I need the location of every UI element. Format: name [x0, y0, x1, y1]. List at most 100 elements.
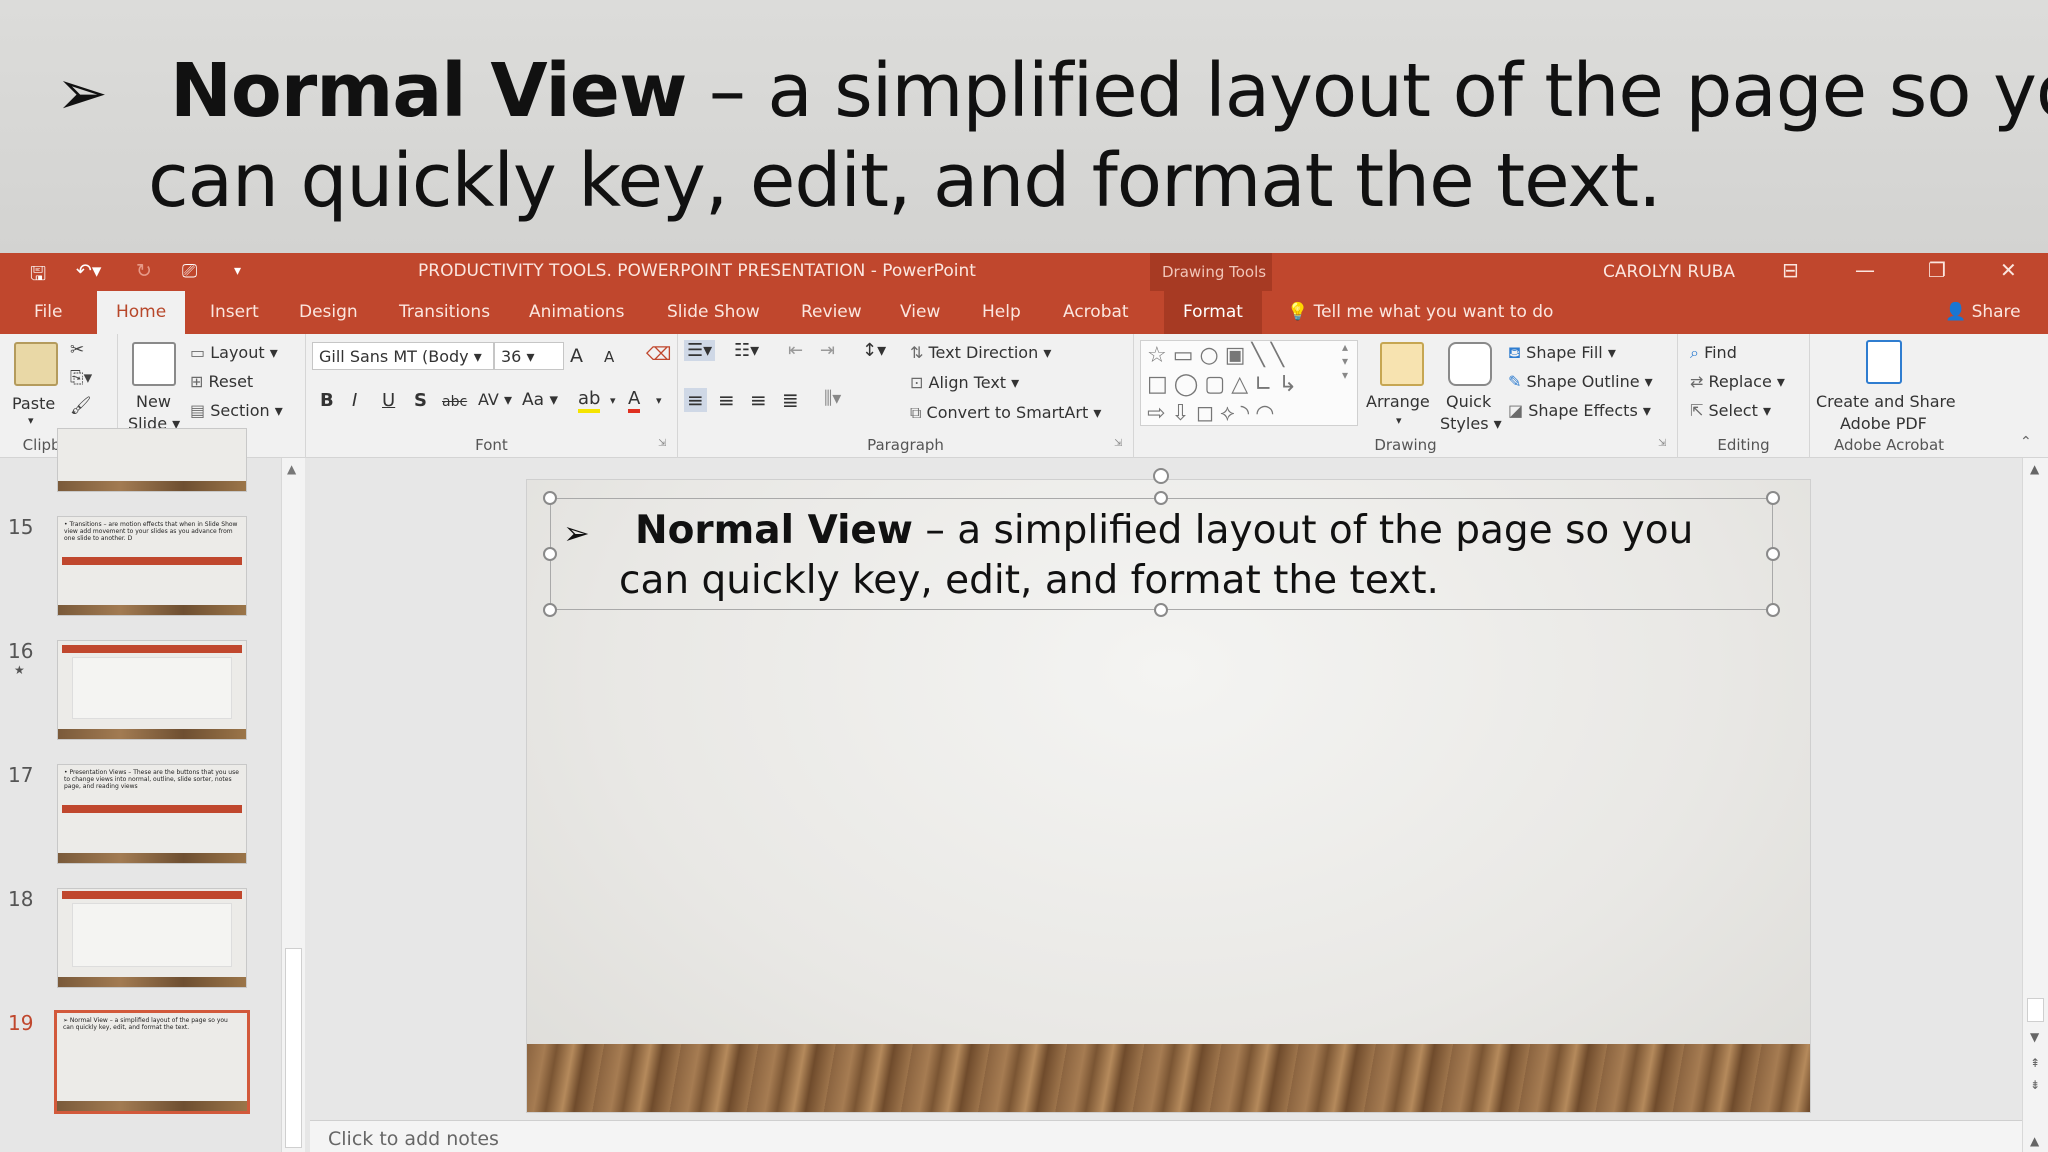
- resize-handle-top-right[interactable]: [1766, 491, 1780, 505]
- shrink-font-button[interactable]: A: [604, 348, 614, 366]
- resize-handle-bottom-right[interactable]: [1766, 603, 1780, 617]
- undo-icon[interactable]: ↶▾: [76, 260, 101, 282]
- new-slide-label-1[interactable]: New: [136, 392, 171, 411]
- grow-font-button[interactable]: A: [570, 345, 583, 367]
- minimize-icon[interactable]: —: [1855, 258, 1875, 282]
- arrange-dropdown-icon[interactable]: ▾: [1396, 414, 1402, 427]
- shape-outline-button[interactable]: ✎ Shape Outline ▾: [1508, 372, 1653, 391]
- underline-button[interactable]: U: [382, 390, 395, 411]
- tab-acrobat[interactable]: Acrobat: [1063, 302, 1129, 322]
- drawing-launcher-icon[interactable]: ⇲: [1658, 438, 1666, 449]
- format-painter-icon[interactable]: 🖌: [70, 396, 92, 416]
- justify-icon[interactable]: ≣: [782, 388, 799, 412]
- align-center-icon[interactable]: ≡: [718, 388, 735, 412]
- quick-styles-label-2[interactable]: Styles ▾: [1440, 414, 1502, 433]
- restore-icon[interactable]: ❐: [1928, 258, 1946, 282]
- font-size-box[interactable]: 36 ▾: [494, 342, 564, 370]
- bullets-icon[interactable]: ☰▾: [684, 340, 716, 361]
- slide-text-line-2[interactable]: can quickly key, edit, and format the te…: [619, 558, 1439, 603]
- user-name[interactable]: CAROLYN RUBA: [1603, 262, 1735, 282]
- decrease-indent-icon[interactable]: ⇤: [788, 340, 803, 361]
- highlight-dropdown-icon[interactable]: ▾: [610, 394, 616, 407]
- resize-handle-top-left[interactable]: [543, 491, 557, 505]
- numbering-icon[interactable]: ☷▾: [734, 340, 759, 361]
- paste-icon[interactable]: [14, 342, 58, 386]
- tab-insert[interactable]: Insert: [210, 302, 259, 322]
- start-from-beginning-icon[interactable]: ⎚: [182, 260, 197, 282]
- shapes-gallery[interactable]: ☆▭○▣╲╲ □◯▢△∟↳ ⇨⇩◻⟡◝◠: [1140, 340, 1358, 426]
- quick-styles-icon[interactable]: [1448, 342, 1492, 386]
- character-spacing-button[interactable]: AV ▾: [478, 390, 512, 409]
- line-spacing-icon[interactable]: ↕▾: [862, 340, 886, 361]
- align-text-button[interactable]: ⊡ Align Text ▾: [910, 373, 1019, 392]
- tell-me-box[interactable]: 💡 Tell me what you want to do: [1287, 302, 1553, 322]
- change-case-button[interactable]: Aa ▾: [522, 390, 558, 410]
- reset-button[interactable]: ⊞ Reset: [190, 372, 253, 391]
- paste-button[interactable]: Paste: [12, 394, 55, 413]
- thumbnail-scroll-thumb[interactable]: [285, 948, 302, 1148]
- scroll-up-arrow-icon[interactable]: ▲: [2030, 462, 2039, 476]
- notes-pane[interactable]: Click to add notes: [310, 1120, 2022, 1152]
- copy-icon[interactable]: ⎘▾: [70, 368, 92, 388]
- convert-smartart-button[interactable]: ⧉ Convert to SmartArt ▾: [910, 403, 1101, 423]
- thumbnail-15[interactable]: • Transitions – are motion effects that …: [57, 516, 247, 616]
- editor-scroll-thumb[interactable]: [2027, 998, 2044, 1022]
- shape-fill-button[interactable]: ⛾ Shape Fill ▾: [1508, 343, 1616, 364]
- ribbon-display-icon[interactable]: ⊟: [1782, 258, 1799, 282]
- paste-dropdown-icon[interactable]: ▾: [28, 414, 34, 427]
- layout-button[interactable]: ▭ Layout ▾: [190, 343, 278, 362]
- quick-styles-label-1[interactable]: Quick: [1446, 392, 1491, 411]
- previous-slide-icon[interactable]: ⇞: [2030, 1056, 2040, 1070]
- strikethrough-button[interactable]: abc: [442, 394, 467, 410]
- select-button[interactable]: ⇱ Select ▾: [1690, 401, 1771, 420]
- scroll-down-arrow-icon[interactable]: ▼: [2030, 1030, 2039, 1044]
- highlight-color-icon[interactable]: ab: [578, 388, 601, 413]
- tab-home[interactable]: Home: [97, 291, 186, 334]
- resize-handle-middle-right[interactable]: [1766, 547, 1780, 561]
- tab-transitions[interactable]: Transitions: [399, 302, 490, 322]
- shape-effects-button[interactable]: ◪ Shape Effects ▾: [1508, 401, 1651, 420]
- tab-animations[interactable]: Animations: [529, 302, 625, 322]
- font-family-box[interactable]: Gill Sans MT (Body ▾: [312, 342, 494, 370]
- section-button[interactable]: ▤ Section ▾: [190, 401, 283, 420]
- resize-handle-bottom-center[interactable]: [1154, 603, 1168, 617]
- thumbnail-17[interactable]: • Presentation Views – These are the but…: [57, 764, 247, 864]
- arrange-button[interactable]: Arrange: [1366, 392, 1430, 411]
- current-slide-canvas[interactable]: ➢ Normal View – a simplified layout of t…: [527, 468, 1810, 1112]
- scroll-up-icon[interactable]: ▲: [287, 462, 296, 476]
- tab-format[interactable]: Format: [1164, 291, 1262, 334]
- thumbnail-19-selected[interactable]: ➢ Normal View – a simplified layout of t…: [54, 1010, 250, 1114]
- gallery-more-icon[interactable]: ▴ ▾ ▾: [1342, 340, 1348, 382]
- share-button[interactable]: 👤 Share: [1945, 302, 2021, 322]
- tab-design[interactable]: Design: [299, 302, 358, 322]
- create-share-pdf-label-2[interactable]: Adobe PDF: [1840, 414, 1927, 433]
- tab-view[interactable]: View: [900, 302, 940, 322]
- paragraph-launcher-icon[interactable]: ⇲: [1114, 438, 1122, 449]
- cut-icon[interactable]: ✂: [70, 340, 84, 360]
- resize-handle-bottom-left[interactable]: [543, 603, 557, 617]
- clear-formatting-icon[interactable]: ⌫: [646, 344, 671, 365]
- thumbnail-16[interactable]: [57, 640, 247, 740]
- align-right-icon[interactable]: ≡: [750, 388, 767, 412]
- resize-handle-top-center[interactable]: [1154, 491, 1168, 505]
- redo-icon[interactable]: ↻: [136, 260, 152, 282]
- rotate-handle[interactable]: [1153, 468, 1169, 484]
- thumbnail-14-partial[interactable]: [57, 428, 247, 492]
- tab-review[interactable]: Review: [801, 302, 862, 322]
- create-pdf-icon[interactable]: [1866, 340, 1902, 384]
- collapse-ribbon-icon[interactable]: ⌃: [2020, 434, 2032, 450]
- font-color-button[interactable]: A: [628, 388, 641, 413]
- bold-button[interactable]: B: [320, 390, 334, 411]
- resize-handle-middle-left[interactable]: [543, 547, 557, 561]
- tab-file[interactable]: File: [34, 302, 62, 322]
- thumbnail-18[interactable]: [57, 888, 247, 988]
- slide-text-line-1[interactable]: Normal View – a simplified layout of the…: [635, 508, 1693, 553]
- replace-button[interactable]: ⇄ Replace ▾: [1690, 372, 1785, 391]
- align-left-icon[interactable]: ≡: [684, 388, 707, 412]
- italic-button[interactable]: I: [352, 390, 357, 411]
- create-share-pdf-label-1[interactable]: Create and Share: [1816, 392, 1956, 411]
- save-icon[interactable]: 🖫: [30, 260, 46, 292]
- close-icon[interactable]: ✕: [2000, 258, 2017, 282]
- shadow-button[interactable]: S: [414, 390, 427, 411]
- font-launcher-icon[interactable]: ⇲: [658, 438, 666, 449]
